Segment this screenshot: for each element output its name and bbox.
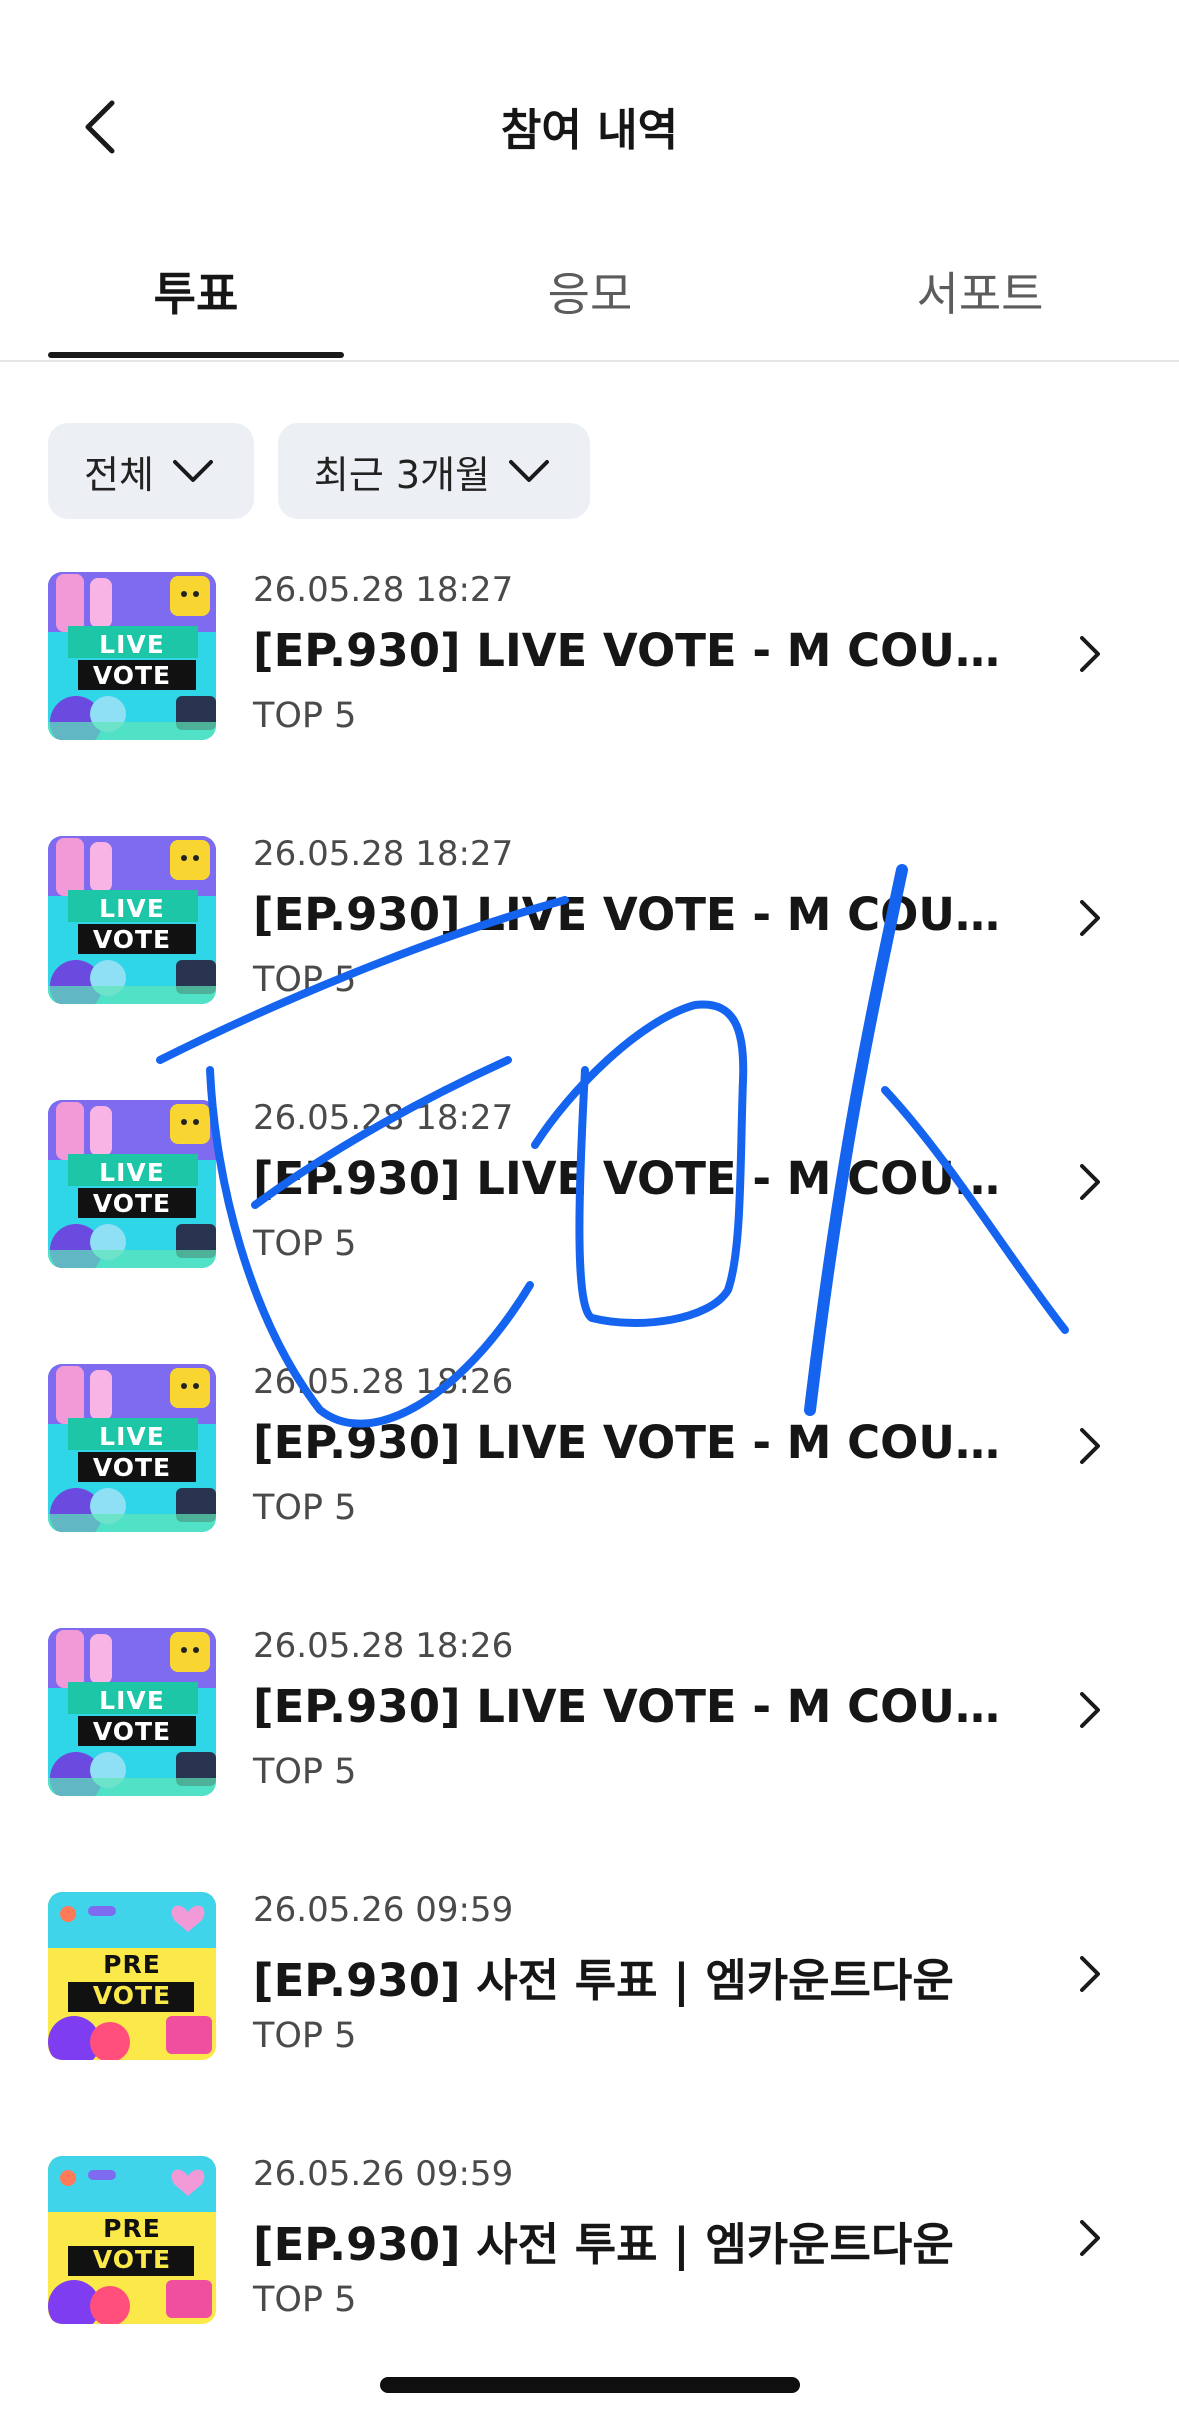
- thumbnail-line1: PRE: [103, 2214, 161, 2243]
- chevron-right-icon: [1070, 1416, 1110, 1476]
- chevron-right-icon: [1070, 1152, 1110, 1212]
- vote-history-item[interactable]: PRE VOTE 26.05.26 09:59 [EP.930] 사전 투표 |…: [0, 1880, 1179, 2144]
- header: 참여 내역: [0, 0, 1179, 200]
- thumbnail-line1: LIVE: [99, 1158, 165, 1187]
- filter-category-label: 전체: [84, 452, 154, 497]
- item-date: 26.05.28 18:26: [253, 1626, 514, 1666]
- thumbnail-line2: VOTE: [92, 661, 172, 690]
- vote-history-item[interactable]: LIVE VOTE 26.05.28 18:26 [EP.930] LIVE V…: [0, 1616, 1179, 1880]
- thumbnail-line2: VOTE: [92, 1717, 172, 1746]
- filter-bar: 전체 최근 3개월: [48, 423, 591, 519]
- item-date: 26.05.28 18:27: [253, 1098, 514, 1138]
- item-date: 26.05.26 09:59: [253, 2154, 514, 2194]
- vote-history-item[interactable]: LIVE VOTE 26.05.28 18:26 [EP.930] LIVE V…: [0, 1352, 1179, 1616]
- active-tab-indicator: [48, 352, 344, 358]
- vote-thumbnail: LIVE VOTE: [48, 1364, 216, 1532]
- item-rank-label: TOP 5: [253, 960, 357, 1000]
- tab-bar: 투표 응모 서포트: [0, 240, 1179, 362]
- chevron-right-icon: [1070, 888, 1110, 948]
- vote-thumbnail: PRE VOTE: [48, 2156, 216, 2324]
- thumbnail-line1: LIVE: [99, 894, 165, 923]
- thumbnail-line2: VOTE: [92, 1189, 172, 1218]
- item-title: [EP.930] LIVE VOTE - M COUNTDOWN: [253, 1416, 1013, 1469]
- item-date: 26.05.26 09:59: [253, 1890, 514, 1930]
- item-rank-label: TOP 5: [253, 2280, 357, 2320]
- item-date: 26.05.28 18:27: [253, 570, 514, 610]
- chevron-down-icon: [172, 460, 213, 482]
- thumbnail-line2: VOTE: [92, 1453, 172, 1482]
- thumbnail-line1: LIVE: [99, 1422, 165, 1451]
- item-date: 26.05.28 18:27: [253, 834, 514, 874]
- item-title: [EP.930] LIVE VOTE - M COUNTDOWN: [253, 624, 1013, 677]
- filter-period-label: 최근 3개월: [313, 452, 491, 497]
- item-title: [EP.930] 사전 투표 | 엠카운트다운: [253, 1954, 954, 2007]
- item-date: 26.05.28 18:26: [253, 1362, 514, 1402]
- chevron-right-icon: [1070, 624, 1110, 684]
- thumbnail-line2: VOTE: [92, 1981, 172, 2010]
- home-indicator[interactable]: [380, 2377, 800, 2393]
- thumbnail-line1: PRE: [103, 1950, 161, 1979]
- chevron-right-icon: [1070, 1944, 1110, 2004]
- vote-thumbnail: LIVE VOTE: [48, 836, 216, 1004]
- vote-history-item[interactable]: LIVE VOTE 26.05.28 18:27 [EP.930] LIVE V…: [0, 1088, 1179, 1352]
- item-title: [EP.930] LIVE VOTE - M COUNTDOWN: [253, 1680, 1013, 1733]
- item-rank-label: TOP 5: [253, 1224, 357, 1264]
- vote-history-list: LIVE VOTE 26.05.28 18:27 [EP.930] LIVE V…: [0, 560, 1179, 2408]
- chevron-right-icon: [1070, 1680, 1110, 1740]
- thumbnail-line1: LIVE: [99, 1686, 165, 1715]
- vote-history-item[interactable]: LIVE VOTE 26.05.28 18:27 [EP.930] LIVE V…: [0, 824, 1179, 1088]
- thumbnail-line2: VOTE: [92, 2245, 172, 2274]
- item-rank-label: TOP 5: [253, 2016, 357, 2056]
- tab-vote[interactable]: 투표: [46, 258, 346, 324]
- thumbnail-line1: LIVE: [99, 630, 165, 659]
- thumbnail-line2: VOTE: [92, 925, 172, 954]
- chevron-down-icon: [509, 460, 550, 482]
- item-title: [EP.930] 사전 투표 | 엠카운트다운: [253, 2218, 954, 2271]
- vote-thumbnail: LIVE VOTE: [48, 1100, 216, 1268]
- tab-support[interactable]: 서포트: [830, 258, 1130, 324]
- filter-category-dropdown[interactable]: 전체: [48, 423, 254, 519]
- item-rank-label: TOP 5: [253, 1752, 357, 1792]
- item-title: [EP.930] LIVE VOTE - M COUNTDOWN: [253, 888, 1013, 941]
- vote-thumbnail: LIVE VOTE: [48, 1628, 216, 1796]
- item-rank-label: TOP 5: [253, 1488, 357, 1528]
- vote-thumbnail: LIVE VOTE: [48, 572, 216, 740]
- chevron-right-icon: [1070, 2208, 1110, 2268]
- page-title: 참여 내역: [500, 105, 679, 156]
- vote-history-item[interactable]: PRE VOTE 26.05.26 09:59 [EP.930] 사전 투표 |…: [0, 2144, 1179, 2408]
- vote-thumbnail: PRE VOTE: [48, 1892, 216, 2060]
- tab-entry[interactable]: 응모: [440, 258, 740, 324]
- item-title: [EP.930] LIVE VOTE - M COUNTDOWN: [253, 1152, 1013, 1205]
- item-rank-label: TOP 5: [253, 696, 357, 736]
- filter-period-dropdown[interactable]: 최근 3개월: [277, 423, 591, 519]
- vote-history-item[interactable]: LIVE VOTE 26.05.28 18:27 [EP.930] LIVE V…: [0, 560, 1179, 824]
